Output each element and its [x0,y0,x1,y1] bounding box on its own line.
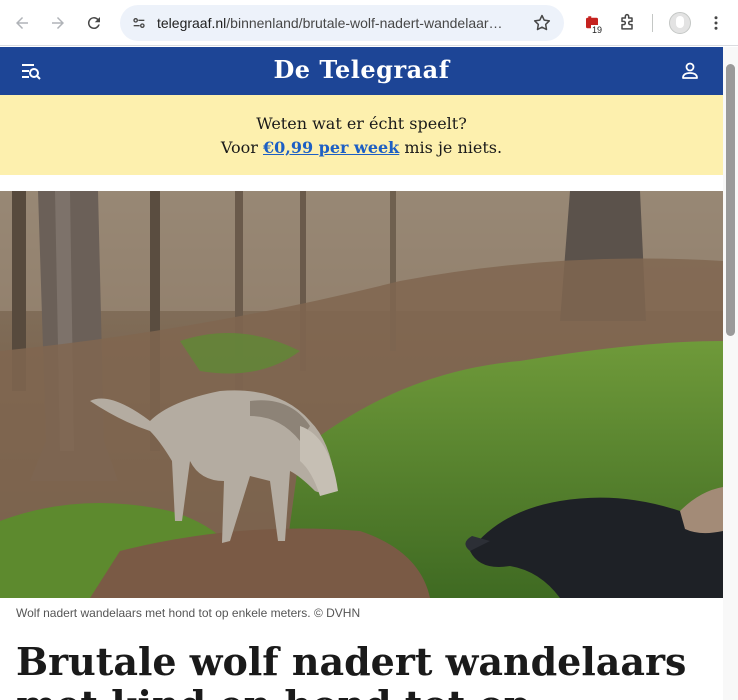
back-icon [16,17,28,29]
site-logo[interactable]: De Telegraaf [0,55,723,84]
site-info-icon [133,18,145,28]
url-path: /binnenland/brutale-wolf-nadert-wandelaa… [226,15,503,31]
extension-badge-button[interactable]: 19 [578,9,606,37]
wolf-photo [0,191,723,598]
profile-avatar-icon[interactable] [669,12,691,34]
subscription-promo-banner: Weten wat er écht speelt? Voor €0,99 per… [0,95,723,175]
headline-line2-partial: met kind en hond tot op [16,685,716,700]
article-hero-image[interactable] [0,191,723,598]
site-header: De Telegraaf [0,47,723,95]
extensions-button[interactable] [613,9,641,37]
promo-suffix: mis je niets. [399,138,503,157]
url-host: telegraaf.nl [157,15,227,31]
promo-question: Weten wat er écht speelt? [256,114,467,133]
forward-icon [52,17,64,29]
scrollbar-thumb[interactable] [726,64,735,336]
address-bar[interactable]: telegraaf.nl/binnenland/brutale-wolf-nad… [120,5,564,41]
site-info-button[interactable] [126,10,152,36]
promo-prefix: Voor [220,138,263,157]
promo-price-link[interactable]: €0,99 per week [263,138,399,157]
bookmark-star-icon[interactable] [532,13,552,33]
back-button[interactable] [8,9,36,37]
reload-button[interactable] [80,9,108,37]
article-headline-continuation: met kind en hond tot op [16,685,716,700]
article-headline: Brutale wolf nadert wandelaars [16,639,687,684]
forward-button[interactable] [44,9,72,37]
promo-offer: Voor €0,99 per week mis je niets. [0,138,723,157]
browser-toolbar: telegraaf.nl/binnenland/brutale-wolf-nad… [0,0,738,46]
image-caption: Wolf nadert wandelaars met hond tot op e… [16,606,361,620]
extension-badge-count: 19 [591,25,604,35]
puzzle-extensions-icon [621,13,633,30]
browser-menu-button[interactable] [702,9,730,37]
url-text[interactable]: telegraaf.nl/binnenland/brutale-wolf-nad… [157,5,525,41]
kebab-menu-icon [714,16,718,30]
reload-icon [87,17,100,30]
account-icon[interactable] [680,61,700,81]
toolbar-separator [652,14,653,32]
